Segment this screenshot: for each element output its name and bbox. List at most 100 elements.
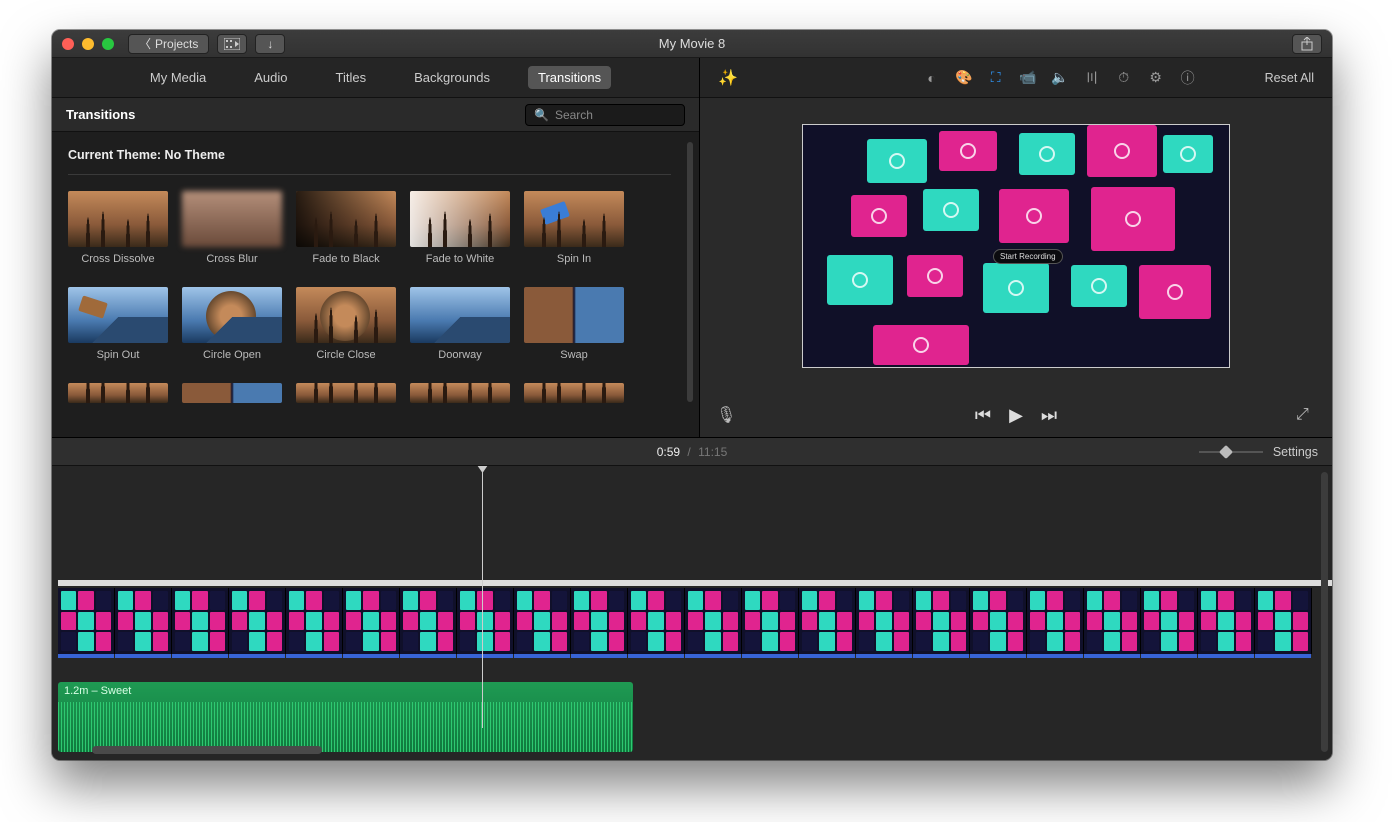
video-track[interactable]: /*placeholder – frames generated below v… xyxy=(58,584,1332,658)
transition-swap[interactable]: Swap xyxy=(524,287,624,361)
next-frame-button[interactable]: ⏭ xyxy=(1041,405,1057,426)
volume-icon[interactable]: 🔈 xyxy=(1051,69,1069,87)
media-import-button[interactable] xyxy=(217,34,247,54)
audio-clip[interactable]: 1.2m – Sweet xyxy=(58,682,633,752)
timeline-frame[interactable] xyxy=(1141,588,1198,654)
timeline-frame[interactable] xyxy=(742,588,799,654)
timeline-frame[interactable] xyxy=(400,588,457,654)
search-placeholder: Search xyxy=(555,108,593,122)
transition-circle-open[interactable]: Circle Open xyxy=(182,287,282,361)
preview-tooltip: Start Recording xyxy=(993,249,1063,264)
timeline-frame[interactable] xyxy=(1084,588,1141,654)
transition-item[interactable] xyxy=(68,383,168,409)
transition-fade-to-white[interactable]: Fade to White xyxy=(410,191,510,265)
timeline-frame[interactable] xyxy=(172,588,229,654)
timeline-frame[interactable] xyxy=(1027,588,1084,654)
timeline-frame[interactable] xyxy=(229,588,286,654)
timeline-frame[interactable] xyxy=(856,588,913,654)
title-bar: 〈 Projects ↓ My Movie 8 xyxy=(52,30,1332,58)
audio-clip-label: 1.2m – Sweet xyxy=(64,685,131,697)
timeline-current-time: 0:59 xyxy=(657,445,680,459)
prev-frame-button[interactable]: ⏮ xyxy=(975,405,991,426)
preview-pane: ✨ ◐ 🎨 ⛶ 📹 🔈 〣 ⏱ ⚙ ⓘ Reset All xyxy=(700,58,1332,437)
transport-controls: 🎙 ⏮ ▶ ⏭ ⤢ xyxy=(700,393,1332,437)
share-button[interactable] xyxy=(1292,34,1322,54)
timeline-frame[interactable] xyxy=(628,588,685,654)
browser-scrollbar[interactable] xyxy=(687,142,693,402)
playhead[interactable] xyxy=(482,466,483,728)
filmstrip-icon xyxy=(224,38,240,50)
crop-icon[interactable]: ⛶ xyxy=(987,69,1005,87)
transition-cross-blur[interactable]: Cross Blur xyxy=(182,191,282,265)
timeline-frame[interactable] xyxy=(1198,588,1255,654)
transition-circle-close[interactable]: Circle Close xyxy=(296,287,396,361)
timeline-total-time: 11:15 xyxy=(698,445,727,459)
enhance-wand-icon[interactable]: ✨ xyxy=(718,68,738,88)
app-window: 〈 Projects ↓ My Movie 8 xyxy=(52,30,1332,760)
transition-item[interactable] xyxy=(524,383,624,409)
media-browser-pane: My Media Audio Titles Backgrounds Transi… xyxy=(52,58,700,437)
adjustments-toolbar: ✨ ◐ 🎨 ⛶ 📹 🔈 〣 ⏱ ⚙ ⓘ Reset All xyxy=(700,58,1332,98)
back-to-projects-button[interactable]: 〈 Projects xyxy=(128,34,209,54)
transition-item[interactable] xyxy=(410,383,510,409)
timeline-header: 0:59 / 11:15 Settings xyxy=(52,438,1332,466)
transition-cross-dissolve[interactable]: Cross Dissolve xyxy=(68,191,168,265)
timeline-frame[interactable] xyxy=(685,588,742,654)
projects-label: Projects xyxy=(155,37,198,51)
timeline-h-scrollbar[interactable] xyxy=(92,746,322,754)
speed-icon[interactable]: ⏱ xyxy=(1115,69,1133,87)
play-button[interactable]: ▶ xyxy=(1009,405,1023,426)
tab-backgrounds[interactable]: Backgrounds xyxy=(404,66,500,89)
preview-viewport[interactable]: Start Recording xyxy=(802,124,1230,368)
voiceover-mic-button[interactable]: 🎙 xyxy=(716,405,736,425)
timeline-v-scrollbar[interactable] xyxy=(1321,472,1328,752)
download-arrow-icon: ↓ xyxy=(267,37,273,51)
timeline-zoom-slider[interactable] xyxy=(1199,446,1263,458)
timeline-frame[interactable] xyxy=(913,588,970,654)
clip-filter-icon[interactable]: ⚙ xyxy=(1147,69,1165,87)
fullscreen-preview-button[interactable]: ⤢ xyxy=(1296,406,1316,424)
transitions-grid-scroll[interactable]: Current Theme: No Theme Cross Dissolve C… xyxy=(52,132,699,437)
theme-label: Current Theme: No Theme xyxy=(68,148,671,175)
color-correction-icon[interactable]: 🎨 xyxy=(955,69,973,87)
timeline-frame[interactable] xyxy=(799,588,856,654)
timeline-frame[interactable] xyxy=(1255,588,1312,654)
color-balance-icon[interactable]: ◐ xyxy=(923,69,941,87)
download-button[interactable]: ↓ xyxy=(255,34,285,54)
timeline[interactable]: /*placeholder – frames generated below v… xyxy=(52,466,1332,760)
noise-reduction-icon[interactable]: 〣 xyxy=(1083,69,1101,87)
fullscreen-window-button[interactable] xyxy=(102,38,114,50)
stabilization-icon[interactable]: 📹 xyxy=(1019,69,1037,87)
timeline-frame[interactable] xyxy=(970,588,1027,654)
transition-item[interactable] xyxy=(296,383,396,409)
browser-tabs: My Media Audio Titles Backgrounds Transi… xyxy=(52,58,699,98)
search-input[interactable]: 🔍 Search xyxy=(525,104,685,126)
timeline-frame[interactable] xyxy=(457,588,514,654)
timeline-frame[interactable] xyxy=(286,588,343,654)
timeline-frame[interactable] xyxy=(58,588,115,654)
tab-transitions[interactable]: Transitions xyxy=(528,66,611,89)
reset-all-button[interactable]: Reset All xyxy=(1265,71,1314,85)
search-icon: 🔍 xyxy=(534,108,549,122)
timeline-frame[interactable] xyxy=(571,588,628,654)
minimize-window-button[interactable] xyxy=(82,38,94,50)
transition-spin-in[interactable]: Spin In xyxy=(524,191,624,265)
transition-spin-out[interactable]: Spin Out xyxy=(68,287,168,361)
timeline-frame[interactable] xyxy=(343,588,400,654)
audio-waveform xyxy=(58,702,633,752)
share-icon xyxy=(1301,37,1313,51)
info-icon[interactable]: ⓘ xyxy=(1179,69,1197,87)
window-controls xyxy=(62,38,114,50)
close-window-button[interactable] xyxy=(62,38,74,50)
timeline-frame[interactable] xyxy=(514,588,571,654)
transition-doorway[interactable]: Doorway xyxy=(410,287,510,361)
timeline-settings-button[interactable]: Settings xyxy=(1273,445,1318,459)
tab-titles[interactable]: Titles xyxy=(326,66,377,89)
browser-section-title: Transitions xyxy=(66,107,135,122)
timeline-frame[interactable] xyxy=(115,588,172,654)
chevron-left-icon: 〈 xyxy=(139,35,151,52)
transition-fade-to-black[interactable]: Fade to Black xyxy=(296,191,396,265)
transition-item[interactable] xyxy=(182,383,282,409)
tab-audio[interactable]: Audio xyxy=(244,66,297,89)
tab-my-media[interactable]: My Media xyxy=(140,66,216,89)
